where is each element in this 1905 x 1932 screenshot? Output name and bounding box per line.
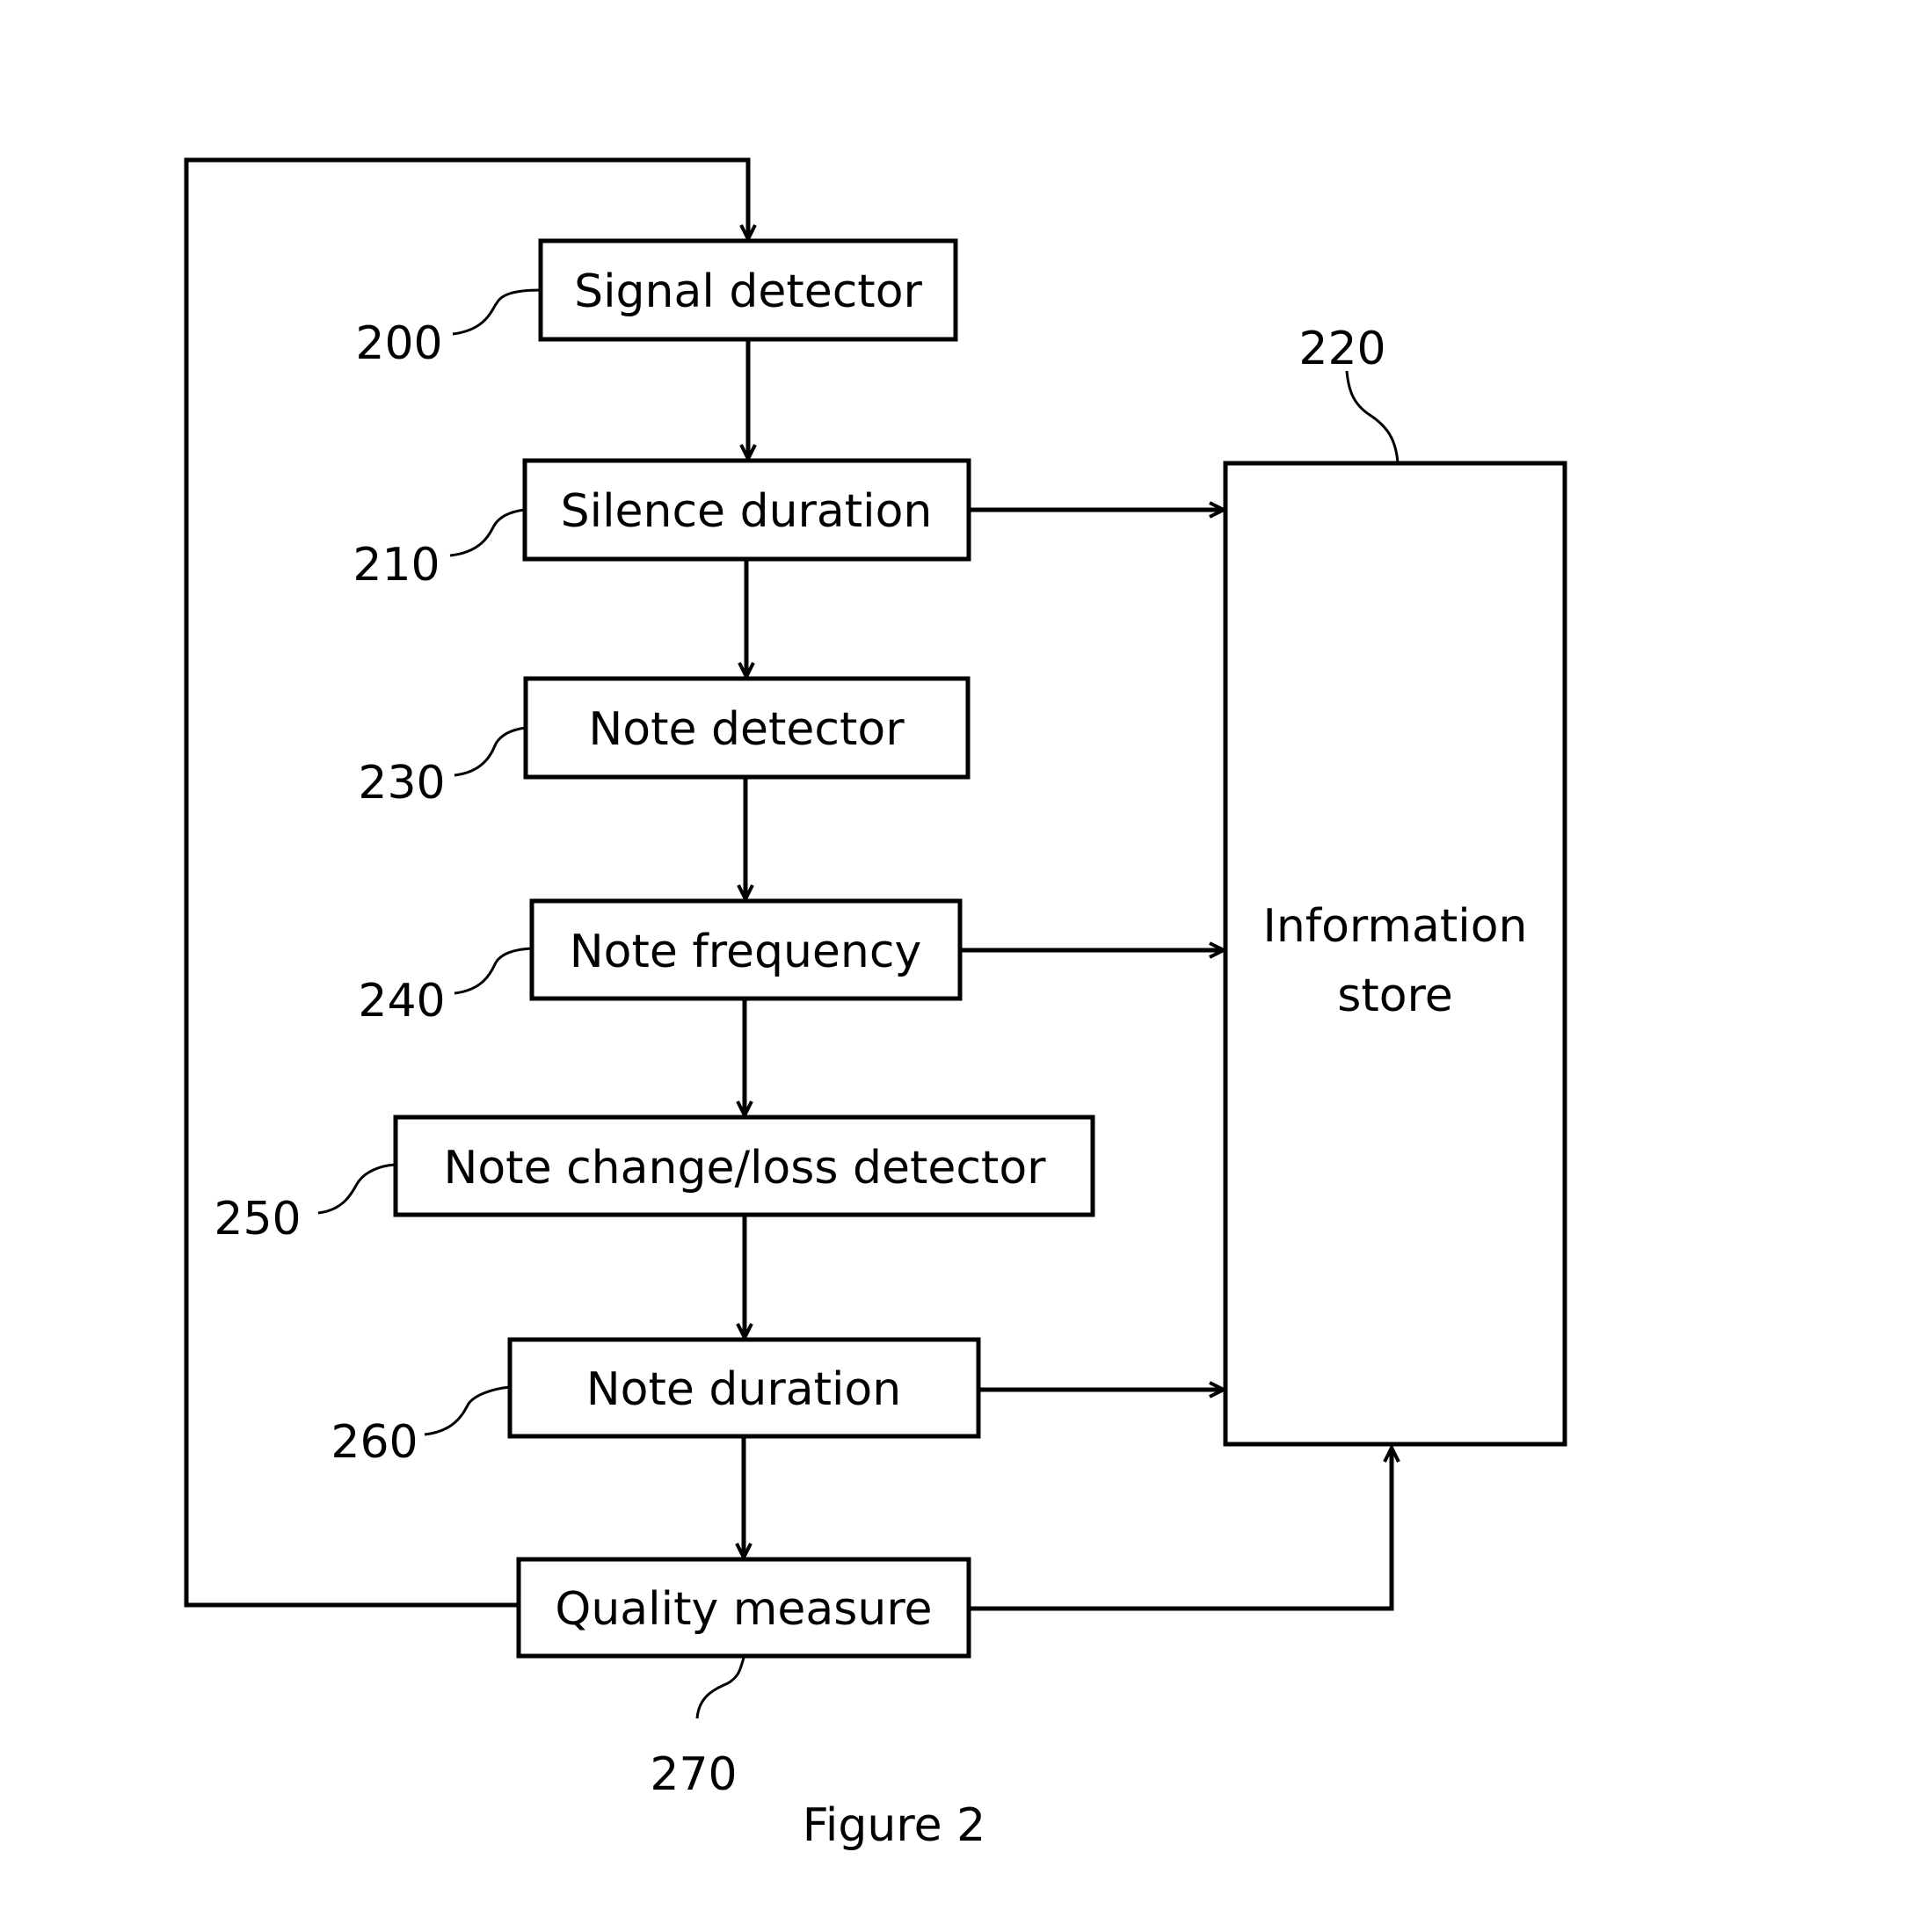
block-label: Signal detector (574, 265, 922, 318)
ref-210: 210 (353, 539, 440, 592)
ref-230: 230 (358, 757, 445, 810)
block-label: Note change/loss detector (443, 1142, 1046, 1195)
leader-240 (454, 947, 533, 995)
block-label: Note duration (586, 1363, 901, 1416)
leader-270 (695, 1657, 745, 1719)
block-quality-measure: Quality measure (516, 1557, 971, 1659)
arrow-quality-to-store (969, 1448, 1392, 1611)
block-information-store: Information store (1223, 461, 1567, 1447)
leader-200 (452, 288, 542, 336)
block-label: Silence duration (561, 485, 933, 538)
ref-220: 220 (1298, 323, 1385, 375)
ref-200: 200 (355, 317, 442, 370)
block-silence-duration: Silence duration (522, 458, 971, 562)
leader-230 (454, 726, 527, 777)
ref-250: 250 (214, 1193, 301, 1246)
figure-caption: Figure 2 (803, 1799, 985, 1852)
block-label: Note frequency (570, 926, 921, 978)
leader-260 (424, 1385, 511, 1436)
store-label-line2: store (1337, 970, 1453, 1022)
block-note-duration: Note duration (507, 1337, 981, 1439)
ref-270: 270 (650, 1748, 737, 1801)
block-label: Note detector (588, 703, 905, 756)
ref-240: 240 (358, 975, 445, 1028)
leader-210 (449, 508, 526, 557)
block-diagram: Signal detector Silence duration Note de… (184, 157, 1567, 1852)
leader-250 (317, 1163, 396, 1215)
block-note-frequency: Note frequency (529, 898, 963, 1001)
block-label: Quality measure (555, 1583, 932, 1636)
block-note-change-loss-detector: Note change/loss detector (393, 1115, 1095, 1217)
leader-220 (1345, 370, 1400, 464)
store-label-line1: Information (1262, 900, 1527, 953)
ref-260: 260 (331, 1416, 418, 1469)
block-note-detector: Note detector (523, 676, 971, 780)
block-signal-detector: Signal detector (538, 238, 958, 342)
